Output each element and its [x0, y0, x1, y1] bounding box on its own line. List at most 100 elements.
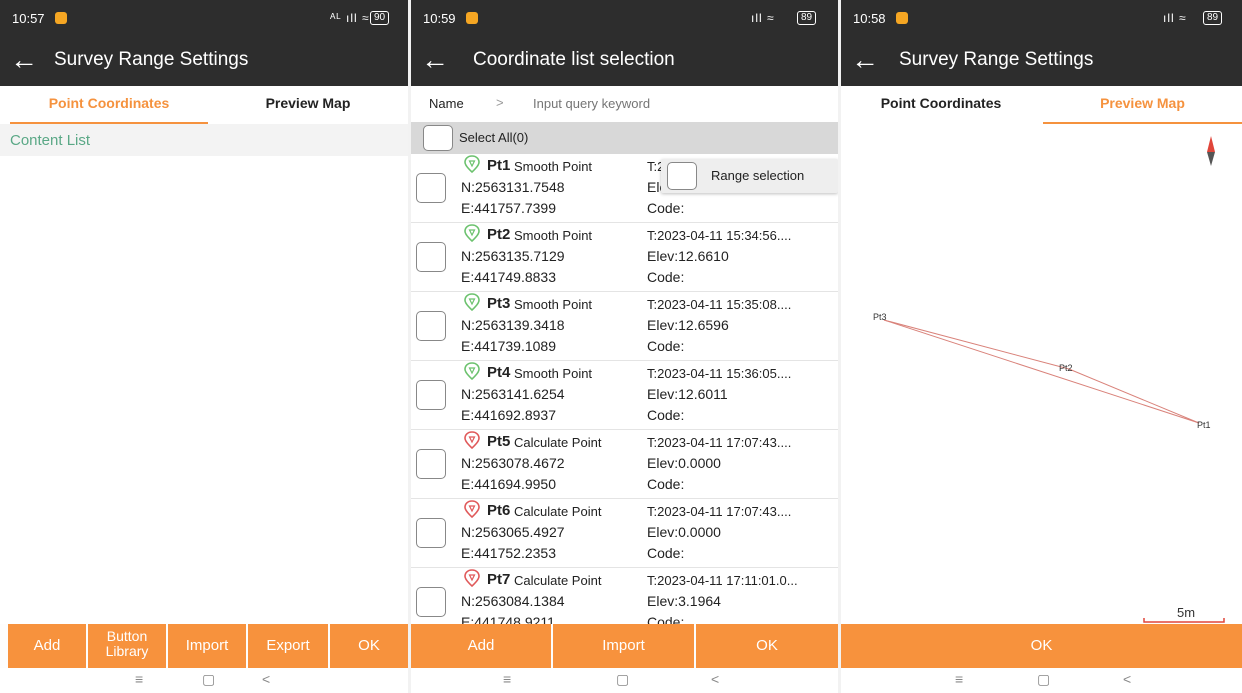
point-type: Smooth Point: [514, 366, 593, 381]
button-library-button[interactable]: Button Library: [88, 624, 166, 668]
bottom-action-bar: Add Button Library Import Export OK: [0, 624, 408, 668]
list-item[interactable]: Pt2 Smooth Point N:2563135.7129 E:441749.88…: [411, 223, 838, 292]
status-time: 10:58: [853, 11, 886, 26]
point-type: Smooth Point: [514, 297, 593, 312]
point-type: Smooth Point: [514, 159, 593, 174]
point-name: Pt1: [487, 157, 511, 174]
export-button[interactable]: Export: [248, 624, 328, 668]
list-item[interactable]: Pt4 Smooth Point N:2563141.6254 E:441692.89…: [411, 361, 838, 430]
point-type: Smooth Point: [514, 228, 593, 243]
preview-map[interactable]: Pt3 Pt2 Pt1 5m: [841, 124, 1242, 624]
tab-point-coordinates[interactable]: Point Coordinates: [841, 86, 1041, 124]
scale-bar: 5m: [1143, 605, 1225, 623]
edge-pt2-pt1: [1068, 368, 1200, 424]
search-row: Name >: [411, 86, 838, 122]
menu-nav-icon[interactable]: ≡: [955, 671, 963, 687]
range-selection-checkbox[interactable]: [667, 162, 697, 190]
tab-point-coordinates[interactable]: Point Coordinates: [10, 86, 208, 124]
battery-icon: 89: [797, 11, 817, 25]
page-title: Survey Range Settings: [899, 49, 1094, 70]
point-type: Calculate Point: [514, 435, 602, 450]
timestamp-value: T:2023-04-11 17:07:43....: [647, 504, 792, 519]
back-nav-icon[interactable]: <: [1123, 671, 1131, 687]
page-title: Survey Range Settings: [54, 49, 249, 70]
status-time: 10:57: [12, 11, 45, 26]
home-nav-icon[interactable]: ▢: [1037, 671, 1050, 688]
import-button[interactable]: Import: [553, 624, 694, 668]
system-nav-bar: ≡ ▢ <: [411, 668, 838, 693]
tab-preview-map[interactable]: Preview Map: [1043, 86, 1242, 124]
point-name: Pt2: [487, 226, 511, 243]
title-bar: ← Survey Range Settings: [0, 36, 408, 86]
row-checkbox[interactable]: [416, 380, 446, 410]
add-button[interactable]: Add: [8, 624, 86, 668]
page-title: Coordinate list selection: [473, 49, 675, 70]
calculate-point-pin-icon: [464, 431, 480, 449]
battery-icon: 89: [1203, 11, 1223, 25]
smooth-point-pin-icon: [464, 293, 480, 311]
northing-value: N:2563131.7548: [461, 179, 565, 195]
menu-nav-icon[interactable]: ≡: [503, 671, 511, 687]
list-item[interactable]: Pt5 Calculate Point N:2563078.4672 E:441694…: [411, 430, 838, 499]
status-bar: 10:57 ᴬᴸ ıll ≈ 90: [0, 0, 408, 36]
range-polygon: [883, 319, 1200, 424]
status-bar: 10:58 ıll ≈ 89: [841, 0, 1242, 36]
elevation-value: Elev:12.6596: [647, 317, 729, 333]
button-library-label-line2: Library: [105, 643, 149, 659]
back-arrow-icon[interactable]: ←: [421, 46, 449, 74]
row-checkbox[interactable]: [416, 449, 446, 479]
point-name: Pt5: [487, 433, 511, 450]
import-button[interactable]: Import: [168, 624, 246, 668]
timestamp-value: T:2023-04-11 15:35:08....: [647, 297, 792, 312]
northing-value: N:2563084.1384: [461, 593, 565, 609]
point-type: Calculate Point: [514, 573, 602, 588]
point-type: Calculate Point: [514, 504, 602, 519]
tab-preview-map[interactable]: Preview Map: [208, 86, 408, 124]
code-value: Code:: [647, 614, 685, 624]
home-nav-icon[interactable]: ▢: [202, 671, 215, 688]
timestamp-value: T:2023-04-11 15:36:05....: [647, 366, 792, 381]
point-name: Pt4: [487, 364, 511, 381]
back-nav-icon[interactable]: <: [262, 671, 270, 687]
ok-button[interactable]: OK: [696, 624, 838, 668]
back-nav-icon[interactable]: <: [711, 671, 719, 687]
range-selection-popup[interactable]: Range selection: [661, 159, 838, 193]
northing-value: N:2563065.4927: [461, 524, 565, 540]
search-input[interactable]: [523, 88, 830, 118]
list-item[interactable]: Pt7 Calculate Point N:2563084.1384 E:441748…: [411, 568, 838, 624]
easting-value: E:441757.7399: [461, 200, 556, 216]
list-item[interactable]: Pt3 Smooth Point N:2563139.3418 E:441739.10…: [411, 292, 838, 361]
row-checkbox[interactable]: [416, 242, 446, 272]
screen-survey-range-preview-map: 10:58 ıll ≈ 89 ← Survey Range Settings P…: [841, 0, 1242, 693]
northing-value: N:2563141.6254: [461, 386, 565, 402]
notification-app-icon: [466, 12, 478, 24]
easting-value: E:441752.2353: [461, 545, 556, 561]
code-value: Code:: [647, 269, 685, 285]
home-nav-icon[interactable]: ▢: [616, 671, 629, 688]
back-arrow-icon[interactable]: ←: [10, 46, 38, 74]
map-point-label-pt2: Pt2: [1059, 363, 1073, 373]
row-checkbox[interactable]: [416, 587, 446, 617]
row-checkbox[interactable]: [416, 173, 446, 203]
select-all-label: Select All(0): [459, 130, 529, 145]
elevation-value: Elev:0.0000: [647, 455, 721, 471]
ok-button[interactable]: OK: [841, 624, 1242, 668]
add-button[interactable]: Add: [411, 624, 551, 668]
point-list: Pt1 Smooth Point N:2563131.7548 E:441757.73…: [411, 154, 838, 624]
easting-value: E:441694.9950: [461, 476, 556, 492]
calculate-point-pin-icon: [464, 500, 480, 518]
code-value: Code:: [647, 476, 685, 492]
menu-nav-icon[interactable]: ≡: [135, 671, 143, 687]
chevron-right-icon[interactable]: >: [496, 95, 504, 110]
easting-value: E:441739.1089: [461, 338, 556, 354]
list-item[interactable]: Pt6 Calculate Point N:2563065.4927 E:441752…: [411, 499, 838, 568]
ok-button[interactable]: OK: [330, 624, 408, 668]
row-checkbox[interactable]: [416, 311, 446, 341]
smooth-point-pin-icon: [464, 155, 480, 173]
title-bar: ← Survey Range Settings: [841, 36, 1242, 86]
map-point-label-pt1: Pt1: [1197, 420, 1211, 430]
back-arrow-icon[interactable]: ←: [851, 46, 879, 74]
notification-app-icon: [55, 12, 67, 24]
select-all-checkbox[interactable]: [423, 125, 453, 151]
row-checkbox[interactable]: [416, 518, 446, 548]
